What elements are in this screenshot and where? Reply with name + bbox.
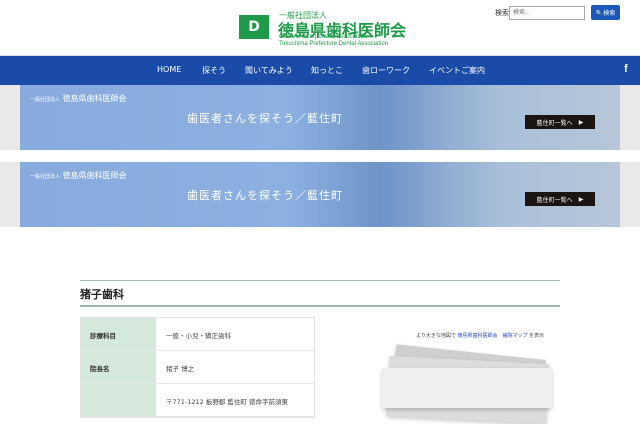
town-list-button[interactable]: 藍住町一覧へ ▶ [525, 192, 595, 206]
table-row: 〒771-1212 板野郡 藍住町 徳命字前須東 [81, 384, 314, 417]
row-label: 院長名 [81, 351, 156, 383]
nav-ask[interactable]: 聞いてみよう [245, 65, 293, 76]
row-label: 診療科目 [81, 318, 156, 350]
site-header: D 一般社団法人 徳島県歯科医師会 General incorporated a… [0, 0, 640, 55]
banner[interactable]: 一般社団法人 徳島県歯科医師会 歯医者さんを探そう／藍住町 藍住町一覧へ ▶ [20, 162, 620, 227]
search-label: 検索 [495, 9, 509, 17]
nav-events[interactable]: イベントご案内 [429, 65, 485, 76]
logo-en-2: Tokushima Prefecture Dental Association [279, 41, 389, 47]
clinic-info-table: 診療科目 一般・小児・矯正歯科 院長名 猪子 博之 〒771-1212 板野郡 藍住… [80, 317, 315, 418]
map-caption: より大きな地図で 徳島県歯科医師会 病院マップ を表示 [416, 333, 545, 339]
play-arrow-icon: ▶ [578, 195, 584, 203]
logo-icon[interactable]: D [239, 15, 269, 39]
banner-title: 歯医者さんを探そう／藍住町 [187, 189, 343, 202]
divider [80, 305, 560, 307]
logo-en-1: General incorporated association [279, 34, 368, 40]
town-list-button[interactable]: 藍住町一覧へ ▶ [525, 115, 595, 129]
banner-title: 歯医者さんを探そう／藍住町 [187, 112, 343, 125]
nav-know[interactable]: 知っとこ [311, 65, 343, 76]
table-row: 院長名 猪子 博之 [81, 351, 314, 384]
nav-hellowork[interactable]: 歯ローワーク [362, 65, 410, 76]
row-value: 〒771-1212 板野郡 藍住町 徳命字前須東 [166, 398, 288, 406]
banner-band: 一般社団法人 徳島県歯科医師会 歯医者さんを探そう／藍住町 藍住町一覧へ ▶ [0, 85, 640, 150]
table-row: 診療科目 一般・小児・矯正歯科 [81, 318, 314, 351]
row-value: 猪子 博之 [166, 365, 195, 373]
banner[interactable]: 一般社団法人 徳島県歯科医師会 歯医者さんを探そう／藍住町 藍住町一覧へ ▶ [20, 85, 620, 150]
facebook-icon[interactable]: f [624, 63, 628, 75]
banner-band: 一般社団法人 徳島県歯科医師会 歯医者さんを探そう／藍住町 藍住町一覧へ ▶ [0, 162, 640, 227]
search-input[interactable] [509, 6, 585, 20]
play-arrow-icon: ▶ [578, 118, 584, 126]
row-value: 一般・小児・矯正歯科 [166, 332, 231, 340]
main-nav: HOME 探そう 聞いてみよう 知っとこ 歯ローワーク イベントご案内 f [0, 55, 640, 85]
banner-logo: 一般社団法人 徳島県歯科医師会 [30, 171, 127, 180]
search-button[interactable]: 🔍検索 [591, 5, 620, 20]
row-label [81, 384, 156, 416]
logo-english: General incorporated association Tokushim… [279, 34, 388, 48]
clinic-name: 猪子歯科 [80, 288, 124, 301]
map-link[interactable]: 徳島県歯科医師会 病院マップ [458, 333, 528, 339]
nav-home[interactable]: HOME [157, 65, 181, 74]
divider [80, 280, 560, 281]
banner-logo: 一般社団法人 徳島県歯科医師会 [30, 94, 127, 103]
nav-search[interactable]: 探そう [202, 65, 226, 76]
